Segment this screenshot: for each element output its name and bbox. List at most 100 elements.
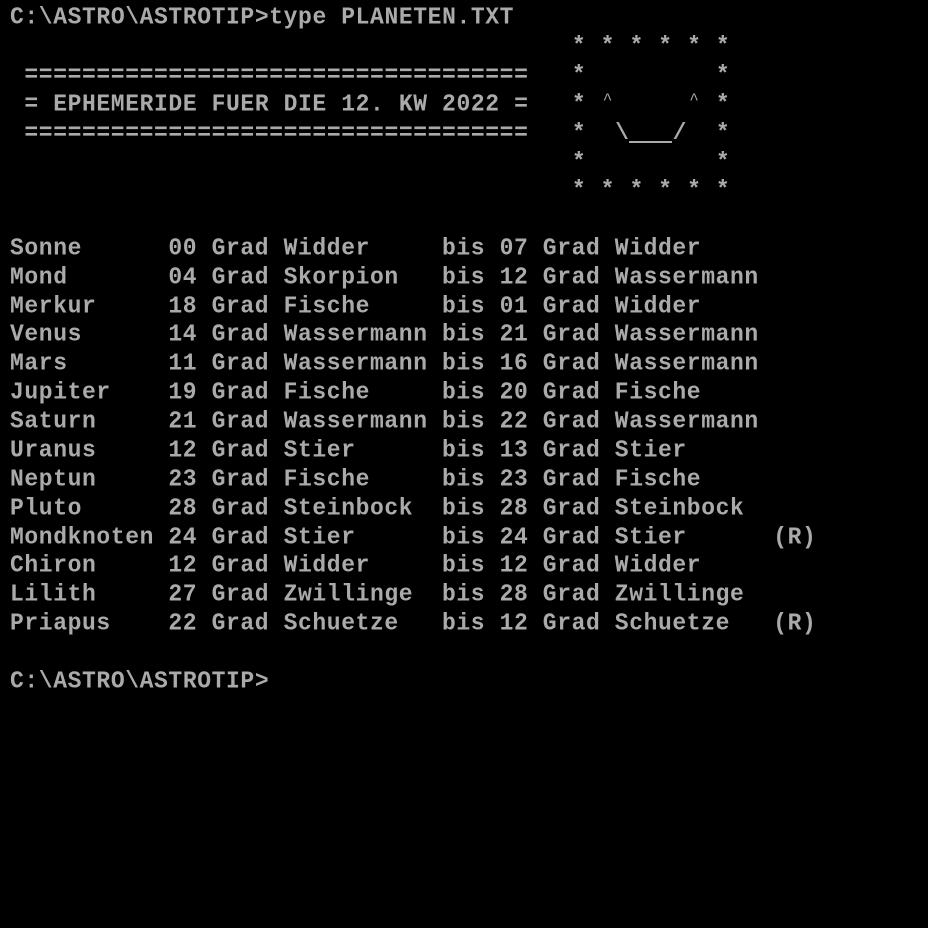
unit-label: Grad [211, 494, 270, 522]
body-name: Uranus [10, 436, 97, 464]
star-icon: * [715, 33, 730, 59]
body-name: Pluto [10, 494, 83, 522]
prompt-line[interactable]: C:\ASTRO\ASTROTIP> [0, 667, 928, 696]
body-name: Mondknoten [10, 523, 155, 551]
to-degree: 12 [499, 551, 529, 579]
connector-label: bis [442, 378, 486, 406]
from-sign: Stier [283, 523, 356, 551]
unit-label: Grad [211, 234, 270, 262]
from-sign: Stier [283, 436, 356, 464]
table-row: Priapus 22 Grad Schuetze bis 12 Grad Sch… [0, 609, 928, 638]
table-row: Neptun 23 Grad Fische bis 23 Grad Fische [0, 465, 928, 494]
to-sign: Steinbock [614, 494, 745, 522]
connector-label: bis [442, 263, 486, 291]
connector-label: bis [442, 320, 486, 348]
retrograde-marker: (R) [773, 609, 817, 637]
connector-label: bis [442, 407, 486, 435]
connector-label: bis [442, 609, 486, 637]
body-name: Mars [10, 349, 68, 377]
from-sign: Wassermann [283, 320, 428, 348]
dos-terminal: C:\ASTRO\ASTROTIP>type PLANETEN.TXT * * … [0, 0, 928, 696]
connector-label: bis [442, 465, 486, 493]
unit-label: Grad [211, 609, 270, 637]
connector-label: bis [442, 551, 486, 579]
to-sign: Widder [614, 551, 702, 579]
body-name: Saturn [10, 407, 97, 435]
from-degree: 18 [168, 292, 198, 320]
from-sign: Widder [283, 551, 371, 579]
to-sign: Schuetze [614, 609, 731, 637]
table-row: Pluto 28 Grad Steinbock bis 28 Grad Stei… [0, 494, 928, 523]
to-degree: 21 [499, 320, 529, 348]
to-degree: 12 [499, 609, 529, 637]
from-sign: Wassermann [283, 407, 428, 435]
connector-label: bis [442, 580, 486, 608]
unit-label: Grad [542, 263, 601, 291]
star-icon: * [658, 177, 673, 203]
eye-left-icon: ^ [602, 91, 613, 109]
body-name: Jupiter [10, 378, 111, 406]
from-degree: 21 [168, 407, 198, 435]
body-name: Merkur [10, 292, 97, 320]
connector-label: bis [442, 349, 486, 377]
unit-label: Grad [211, 580, 270, 608]
star-icon: * [571, 149, 586, 175]
to-sign: Wassermann [614, 263, 759, 291]
star-icon: * [571, 91, 586, 117]
unit-label: Grad [211, 551, 270, 579]
to-degree: 07 [499, 234, 529, 262]
star-icon: * [600, 33, 615, 59]
from-sign: Wassermann [283, 349, 428, 377]
to-sign: Widder [614, 292, 702, 320]
from-sign: Skorpion [283, 263, 399, 291]
body-name: Priapus [10, 609, 111, 637]
star-icon: * [715, 120, 730, 146]
unit-label: Grad [211, 349, 270, 377]
to-degree: 22 [499, 407, 529, 435]
to-sign: Stier [614, 523, 687, 551]
table-row: Mond 04 Grad Skorpion bis 12 Grad Wasser… [0, 263, 928, 292]
from-degree: 00 [168, 234, 198, 262]
star-icon: * [629, 33, 644, 59]
table-row: Saturn 21 Grad Wassermann bis 22 Grad Wa… [0, 407, 928, 436]
table-row: Uranus 12 Grad Stier bis 13 Grad Stier [0, 436, 928, 465]
from-sign: Fische [283, 378, 371, 406]
retrograde-marker: (R) [773, 523, 817, 551]
table-row: Jupiter 19 Grad Fische bis 20 Grad Fisch… [0, 378, 928, 407]
banner-border-top: =================================== [24, 61, 529, 89]
from-sign: Zwillinge [283, 580, 414, 608]
table-row: Venus 14 Grad Wassermann bis 21 Grad Was… [0, 320, 928, 349]
to-sign: Widder [614, 234, 702, 262]
smiley-top-row: * * * * * * [0, 32, 928, 61]
unit-label: Grad [542, 349, 601, 377]
from-degree: 14 [168, 320, 198, 348]
command-line: C:\ASTRO\ASTROTIP>type PLANETEN.TXT [0, 3, 928, 32]
body-name: Sonne [10, 234, 83, 262]
to-degree: 24 [499, 523, 529, 551]
to-degree: 28 [499, 494, 529, 522]
banner-top: =================================== * * [0, 61, 928, 90]
table-row: Mars 11 Grad Wassermann bis 16 Grad Wass… [0, 349, 928, 378]
unit-label: Grad [211, 465, 270, 493]
to-sign: Stier [614, 436, 687, 464]
to-degree: 16 [499, 349, 529, 377]
to-sign: Zwillinge [614, 580, 745, 608]
star-icon: * [629, 177, 644, 203]
unit-label: Grad [211, 523, 270, 551]
star-icon: * [571, 33, 586, 59]
from-degree: 28 [168, 494, 198, 522]
command-prompt[interactable]: C:\ASTRO\ASTROTIP> [10, 666, 269, 696]
smiley-bottom-row: * * * * * * [0, 176, 928, 205]
unit-label: Grad [211, 407, 270, 435]
unit-label: Grad [542, 465, 601, 493]
smiley-side-row: * * [0, 148, 928, 177]
table-row: Mondknoten 24 Grad Stier bis 24 Grad Sti… [0, 523, 928, 552]
unit-label: Grad [542, 234, 601, 262]
star-icon: * [715, 149, 730, 175]
body-name: Lilith [10, 580, 97, 608]
to-sign: Wassermann [614, 320, 759, 348]
unit-label: Grad [542, 378, 601, 406]
to-sign: Fische [614, 465, 702, 493]
from-sign: Fische [283, 292, 371, 320]
star-icon: * [715, 177, 730, 203]
